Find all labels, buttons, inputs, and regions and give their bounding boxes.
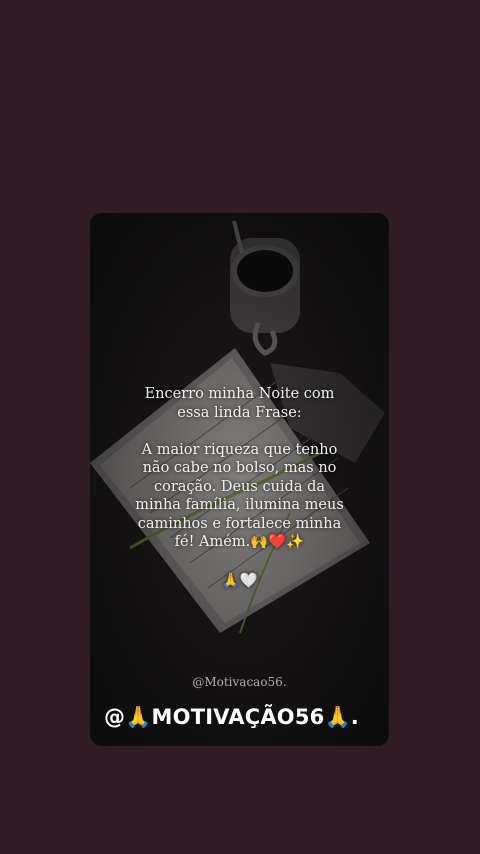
body-line: A maior riqueza que tenho (141, 441, 338, 458)
body-line: fé! Amém.🙌❤️✨ (174, 534, 305, 550)
intro-line: Encerro minha Noite com (144, 386, 335, 402)
body-line: minha família, ilumina meus (135, 497, 344, 513)
quote-text: Encerro minha Noite com essa linda Frase… (90, 385, 389, 590)
body-line: coração. Deus cuida da (153, 478, 326, 495)
intro-line: essa linda Frase: (177, 404, 302, 421)
account-handle: @🙏MOTIVAÇÃO56🙏. (104, 705, 359, 729)
body-line: caminhos e fortalece minha (137, 515, 342, 532)
emoji-line: 🙏🤍 (221, 572, 258, 589)
story-card: Encerro minha Noite com essa linda Frase… (90, 213, 389, 746)
watermark: @Motivacao56. (192, 675, 287, 689)
body-line: não cabe no bolso, mas no (142, 460, 337, 476)
